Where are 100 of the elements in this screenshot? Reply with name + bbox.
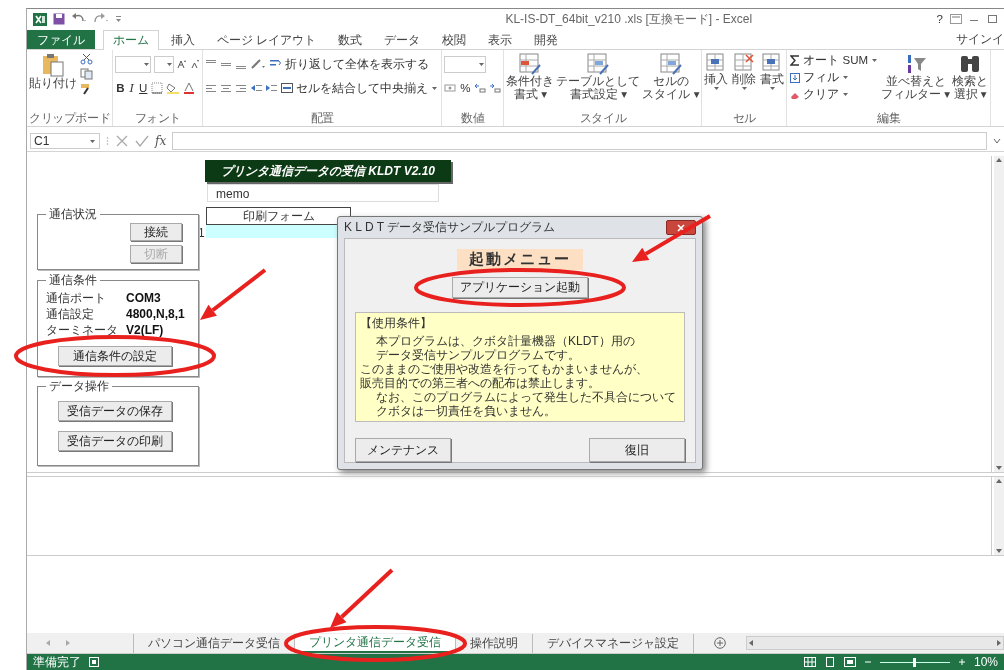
caret-icon[interactable] <box>842 92 850 97</box>
caret-icon[interactable] <box>89 138 96 144</box>
fill-color-icon[interactable] <box>166 82 181 94</box>
expand-caret-icon[interactable] <box>993 138 1001 144</box>
caret-icon[interactable] <box>143 61 151 67</box>
notice-title: 【使用条件】 <box>360 316 433 330</box>
font-size-dropdown[interactable] <box>154 55 175 73</box>
ribbon-display-icon[interactable] <box>950 14 962 24</box>
orientation-icon[interactable] <box>250 58 267 70</box>
autosum-button[interactable]: オート SUM <box>789 53 880 68</box>
ribbon-tab[interactable]: ページ レイアウト <box>207 30 327 49</box>
grow-font-icon[interactable] <box>177 59 188 69</box>
help-button[interactable]: ? <box>935 13 944 25</box>
scroll-up-icon[interactable] <box>995 156 1003 164</box>
sheet-tab[interactable]: 操作説明 <box>456 633 533 653</box>
caret-icon[interactable] <box>478 61 486 67</box>
ribbon-tab[interactable]: ホーム <box>103 30 159 50</box>
sign-in-link[interactable]: サインイ <box>956 30 1004 48</box>
fill-button[interactable]: フィル <box>789 70 880 85</box>
caret-icon[interactable] <box>871 58 879 63</box>
scroll-up-icon[interactable] <box>995 477 1003 485</box>
group-label: スタイル <box>578 111 628 126</box>
ribbon-tab[interactable]: データ <box>374 30 431 49</box>
data-button[interactable]: 受信データの印刷 <box>58 431 172 451</box>
cut-icon[interactable] <box>80 53 94 65</box>
dialog-button[interactable]: 復旧 <box>589 438 685 462</box>
font-color-icon[interactable] <box>183 82 196 94</box>
editing-button[interactable]: 並べ替えと フィルター ▾ <box>881 53 951 111</box>
dialog-button[interactable]: メンテナンス <box>355 438 451 462</box>
scroll-down-icon[interactable] <box>995 464 1003 472</box>
shrink-font-icon[interactable] <box>190 59 201 69</box>
settings-button[interactable]: 通信条件の設定 <box>58 346 172 366</box>
editing-button[interactable]: 検索と 選択 ▾ <box>952 53 989 111</box>
customize-caret-icon[interactable] <box>115 15 122 23</box>
ribbon-tab[interactable]: ファイル <box>27 30 95 49</box>
font-style-button[interactable]: U <box>138 82 149 94</box>
horizontal-scrollbar[interactable] <box>746 636 1004 650</box>
borders-icon[interactable] <box>151 82 164 94</box>
ribbon-tab[interactable]: 挿入 <box>161 30 205 49</box>
form-button[interactable]: 接続 <box>130 223 182 241</box>
currency-icon[interactable] <box>444 83 457 93</box>
zoom-level[interactable]: 10% <box>973 655 998 669</box>
redo-icon[interactable] <box>93 13 109 25</box>
decrease-indent-icon[interactable] <box>250 83 263 93</box>
group-label: クリップボード <box>29 111 111 126</box>
caret-icon[interactable] <box>166 61 174 67</box>
style-button[interactable]: テーブルとして 書式設定 ▾ <box>556 53 641 111</box>
increase-indent-icon[interactable] <box>265 83 278 93</box>
maximize-icon[interactable] <box>986 14 998 24</box>
add-sheet-icon[interactable] <box>714 637 726 649</box>
field-value: COM3 <box>126 291 161 305</box>
align-right-icon[interactable] <box>235 83 248 93</box>
cells-button[interactable]: 挿入 <box>704 53 729 111</box>
scroll-left-icon[interactable] <box>747 639 755 647</box>
memo-field[interactable]: memo <box>207 184 439 202</box>
decrease-decimal-icon[interactable] <box>489 83 502 93</box>
page-layout-icon[interactable] <box>823 657 836 667</box>
name-box[interactable]: C1 <box>30 133 100 149</box>
ribbon-tab[interactable]: 開発 <box>524 30 569 49</box>
increase-decimal-icon[interactable] <box>474 83 487 93</box>
caret-icon[interactable] <box>712 86 720 91</box>
caret-icon[interactable] <box>842 75 850 80</box>
save-icon[interactable] <box>53 13 65 25</box>
cells-button[interactable]: 書式 <box>760 53 785 111</box>
wrap-text-button[interactable]: 折り返して全体を表示する <box>269 56 431 72</box>
normal-view-icon[interactable] <box>803 657 816 667</box>
style-button[interactable]: 条件付き 書式 ▾ <box>506 53 555 111</box>
caret-icon[interactable] <box>768 86 776 91</box>
font-style-button[interactable]: I <box>128 81 136 95</box>
scroll-right-icon[interactable] <box>995 639 1003 647</box>
ribbon-tab[interactable]: 表示 <box>478 30 523 49</box>
caret-icon[interactable] <box>740 86 748 91</box>
paste-button[interactable]: 貼り付け <box>29 53 77 111</box>
page-break-icon[interactable] <box>843 657 856 667</box>
vertical-scrollbar[interactable] <box>994 156 1004 472</box>
zoom-slider-thumb[interactable] <box>913 657 917 667</box>
macro-record-icon[interactable] <box>89 657 99 667</box>
caret-icon[interactable] <box>431 85 439 91</box>
sheet-tab[interactable]: デバイスマネージャ設定 <box>533 633 694 653</box>
formula-input[interactable] <box>172 132 987 150</box>
launch-button[interactable]: アプリケーション起動 <box>452 277 588 298</box>
cells-button[interactable]: 削除 <box>732 53 757 111</box>
percent-button[interactable]: % <box>459 82 472 94</box>
ribbon-tab[interactable]: 数式 <box>328 30 373 49</box>
cancel-icon[interactable] <box>115 134 129 148</box>
insert-function-button[interactable]: fx <box>155 134 167 148</box>
scroll-down-icon[interactable] <box>995 546 1003 555</box>
clear-button[interactable]: クリア <box>789 87 880 102</box>
data-button[interactable]: 受信データの保存 <box>58 401 172 421</box>
align-left-icon[interactable] <box>205 83 218 93</box>
align-center-icon[interactable] <box>220 83 233 93</box>
sheet-tab[interactable]: プリンタ通信データ受信 <box>295 633 456 653</box>
merge-center-button[interactable]: セルを結合して中央揃え <box>280 80 440 96</box>
ribbon-tab[interactable]: 校閲 <box>432 30 477 49</box>
style-button[interactable]: セルの スタイル ▾ <box>642 53 700 111</box>
zoom-in-icon[interactable] <box>957 658 966 666</box>
check-icon[interactable] <box>135 134 149 148</box>
delete-cells-icon <box>734 53 755 73</box>
vertical-scrollbar[interactable] <box>994 477 1004 555</box>
font-style-button[interactable]: B <box>115 82 126 94</box>
